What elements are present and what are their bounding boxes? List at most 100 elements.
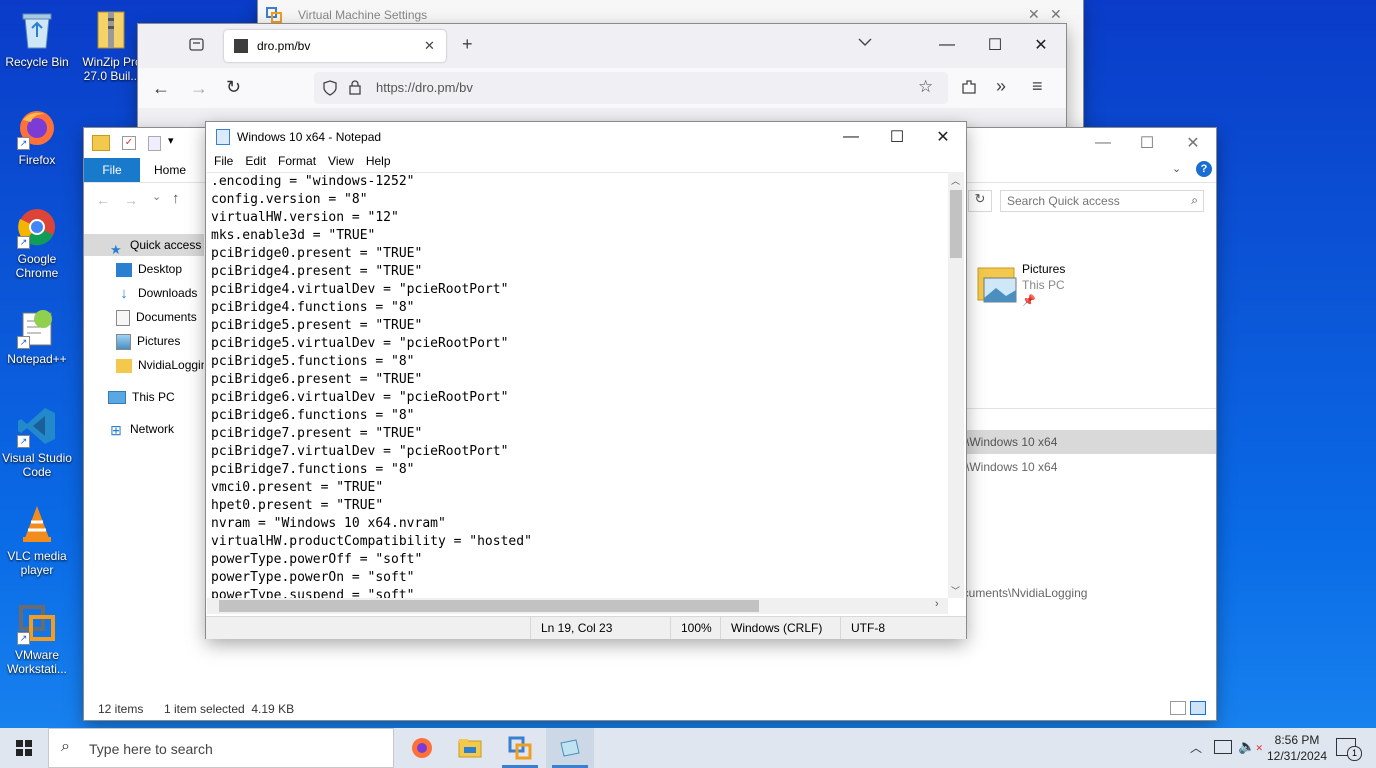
browser-maximize-button[interactable]: ☐: [972, 30, 1018, 60]
taskbar-vmware[interactable]: [496, 728, 544, 768]
explorer-nav-pane: ★ Quick access Desktop ↓ Downloads Documen…: [84, 232, 204, 692]
browser-close-button[interactable]: ✕: [1018, 30, 1064, 60]
desktop-icon-vscode[interactable]: ↗ Visual Studio Code: [0, 404, 74, 479]
notepad-statusbar: Ln 19, Col 23 100% Windows (CRLF) UTF-8: [206, 616, 966, 639]
horizontal-scroll-thumb[interactable]: [219, 600, 759, 612]
vm-settings-close-button[interactable]: ✕: [1028, 6, 1040, 23]
quick-access-dropdown-icon[interactable]: ▾: [168, 134, 174, 147]
vmware-icon: [508, 736, 532, 760]
desktop-icon-vlc[interactable]: VLC media player: [0, 502, 74, 577]
explorer-search-input[interactable]: [1001, 191, 1179, 211]
recent-file-path[interactable]: ocuments\NvidiaLogging: [956, 586, 1087, 600]
notepad-close-button[interactable]: ✕: [920, 122, 966, 152]
desktop-icon-recycle-bin[interactable]: Recycle Bin: [0, 8, 74, 69]
new-tab-button[interactable]: +: [462, 34, 473, 55]
taskbar: ⌕ Type here to search ︿ 🔈✕ 8:56 PM 12/31…: [0, 728, 1376, 768]
desktop-icon-chrome[interactable]: ↗ Google Chrome: [0, 205, 74, 280]
nav-item-downloads[interactable]: ↓ Downloads: [84, 282, 197, 304]
notification-center-icon[interactable]: 1: [1336, 738, 1362, 761]
forward-arrow-icon[interactable]: →: [190, 78, 208, 99]
desktop-icon-firefox[interactable]: ↗ Firefox: [0, 106, 74, 167]
url-bar[interactable]: https://dro.pm/bv ☆: [314, 72, 948, 104]
extensions-icon[interactable]: [960, 78, 978, 99]
tab-close-button[interactable]: ✕: [424, 38, 435, 54]
menu-help[interactable]: Help: [360, 150, 397, 172]
reload-icon[interactable]: ↻: [226, 77, 241, 98]
ribbon-expand-chevron-icon[interactable]: ⌄: [1172, 162, 1181, 175]
notepad-vertical-scrollbar[interactable]: ︿ ﹀: [948, 172, 964, 598]
ribbon-tab-file[interactable]: File: [84, 158, 140, 182]
text-line: pciBridge5.virtualDev = "pcieRootPort": [211, 336, 509, 351]
taskbar-file-explorer[interactable]: [446, 728, 494, 768]
explorer-status-count: 12 items: [98, 702, 144, 716]
shortcut-arrow-icon: ↗: [17, 137, 30, 150]
notepad-maximize-button[interactable]: ☐: [874, 122, 920, 152]
text-line: pciBridge4.present = "TRUE": [211, 264, 423, 279]
nav-item-documents[interactable]: Documents: [84, 306, 197, 328]
browser-toolbar: ← → ↻ https://dro.pm/bv ☆ » ≡: [138, 68, 1066, 108]
explorer-refresh-icon[interactable]: ↻: [968, 190, 992, 212]
nav-item-network[interactable]: ⊞ Network: [84, 418, 174, 440]
scroll-right-chevron-icon[interactable]: ›: [935, 598, 939, 610]
scroll-up-chevron-icon[interactable]: ︿: [951, 174, 960, 187]
ribbon-tab-home[interactable]: Home: [154, 158, 186, 182]
star-icon: ★: [110, 241, 122, 257]
recent-file-path: \Windows 10 x64: [966, 435, 1058, 449]
help-icon[interactable]: ?: [1196, 161, 1212, 177]
show-hidden-icons-chevron-icon[interactable]: ︿: [1190, 739, 1202, 756]
network-status-icon[interactable]: [1214, 740, 1232, 754]
lock-icon[interactable]: [348, 79, 362, 98]
notepad-text-area[interactable]: .encoding = "windows-1252" config.versio…: [207, 172, 948, 599]
vm-settings-close-icon[interactable]: ✕: [1050, 6, 1062, 23]
vmware-icon: [266, 7, 282, 23]
details-view-icon[interactable]: [1170, 701, 1186, 715]
hamburger-menu-icon[interactable]: ≡: [1032, 76, 1043, 97]
back-arrow-icon[interactable]: ←: [152, 78, 170, 99]
explorer-close-button[interactable]: ✕: [1170, 128, 1216, 158]
shortcut-arrow-icon: ↗: [17, 435, 30, 448]
desktop-icon-notepadpp[interactable]: ↗ Notepad++: [0, 305, 74, 366]
browser-minimize-button[interactable]: —: [924, 30, 970, 60]
up-arrow-icon[interactable]: ↑: [172, 190, 180, 207]
explorer-forward-icon[interactable]: →: [124, 192, 138, 208]
recent-file-row[interactable]: \Windows 10 x64: [964, 454, 1216, 478]
start-button[interactable]: [0, 728, 48, 768]
nav-item-this-pc[interactable]: This PC: [84, 386, 175, 408]
properties-check-icon[interactable]: ✓: [122, 136, 136, 150]
nav-item-pictures[interactable]: Pictures: [84, 330, 180, 352]
menu-view[interactable]: View: [322, 150, 360, 172]
browser-tab[interactable]: dro.pm/bv ✕: [224, 30, 446, 62]
explorer-back-icon[interactable]: ←: [96, 192, 110, 208]
notepad-horizontal-scrollbar[interactable]: ›: [207, 598, 948, 614]
menu-format[interactable]: Format: [272, 150, 322, 172]
recent-file-row-selected[interactable]: \Windows 10 x64: [964, 430, 1216, 454]
large-icons-view-icon[interactable]: [1190, 701, 1206, 715]
menu-file[interactable]: File: [208, 150, 239, 172]
shield-icon[interactable]: [322, 80, 338, 99]
scroll-down-chevron-icon[interactable]: ﹀: [951, 584, 960, 597]
explorer-status-selection: 1 item selected 4.19 KB: [164, 702, 295, 716]
menu-edit[interactable]: Edit: [239, 150, 272, 172]
list-tabs-chevron-down-icon[interactable]: [858, 36, 872, 50]
notepad-minimize-button[interactable]: —: [828, 122, 874, 152]
bookmark-star-icon[interactable]: ☆: [918, 77, 933, 97]
volume-muted-icon[interactable]: 🔈✕: [1238, 738, 1263, 755]
nav-item-quick-access[interactable]: ★ Quick access: [84, 234, 204, 257]
desktop-icon-vmware[interactable]: ↗ VMware Workstati...: [0, 601, 74, 676]
taskbar-notepad[interactable]: [546, 728, 594, 768]
explorer-search-box[interactable]: ⌕: [1000, 190, 1204, 212]
overflow-chevrons-icon[interactable]: »: [996, 76, 1006, 97]
text-line: pciBridge6.present = "TRUE": [211, 372, 423, 387]
explorer-minimize-button[interactable]: —: [1080, 128, 1126, 158]
pin-icon[interactable]: 📌: [1022, 294, 1036, 307]
vertical-scroll-thumb[interactable]: [950, 190, 962, 258]
explorer-maximize-button[interactable]: ☐: [1124, 128, 1170, 158]
nav-item-nvidialogging[interactable]: NvidiaLogging: [84, 354, 204, 376]
new-folder-icon[interactable]: [148, 136, 161, 151]
taskbar-firefox[interactable]: [398, 728, 446, 768]
recent-locations-chevron-icon[interactable]: ⌄: [152, 190, 161, 203]
nav-item-desktop[interactable]: Desktop: [84, 258, 182, 280]
taskbar-search-box[interactable]: ⌕ Type here to search: [48, 728, 394, 768]
taskbar-clock[interactable]: 8:56 PM 12/31/2024: [1262, 732, 1332, 764]
tab-overview-icon[interactable]: [188, 36, 206, 52]
